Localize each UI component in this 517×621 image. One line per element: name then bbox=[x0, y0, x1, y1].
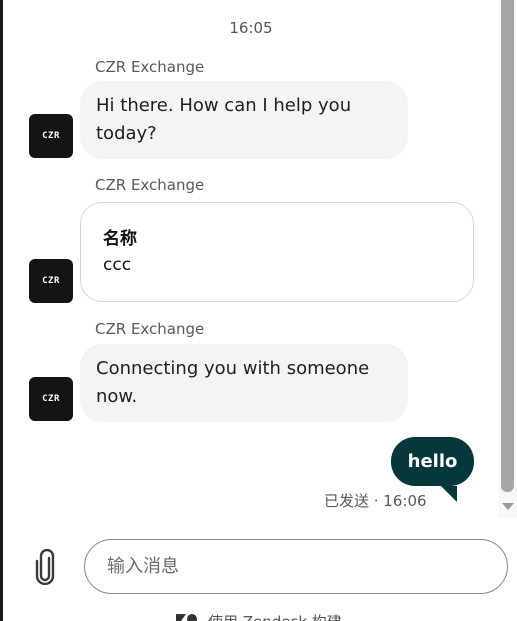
message-input[interactable] bbox=[85, 540, 507, 593]
scroll-down-arrow-icon[interactable] bbox=[502, 503, 514, 510]
sender-name: CZR Exchange bbox=[95, 176, 205, 194]
zendesk-logo-icon bbox=[176, 613, 197, 621]
avatar: CZR bbox=[29, 259, 73, 303]
incoming-message-bubble: Connecting you with someone now. bbox=[80, 344, 408, 422]
outgoing-message-bubble: hello bbox=[391, 437, 474, 486]
message-text: hello bbox=[407, 451, 458, 472]
message-list[interactable]: 16:05 CZR Exchange CZR Hi there. How can… bbox=[3, 0, 499, 518]
incoming-message-bubble: Hi there. How can I help you today? bbox=[80, 81, 408, 159]
message-text: Connecting you with someone now. bbox=[96, 358, 370, 407]
message-composer[interactable] bbox=[84, 539, 508, 594]
info-card: 名称 ccc bbox=[80, 202, 474, 302]
message-text: Hi there. How can I help you today? bbox=[96, 95, 352, 144]
delivery-status: 已发送 · 16:06 bbox=[324, 492, 427, 510]
card-title: 名称 bbox=[103, 229, 137, 249]
sender-name: CZR Exchange bbox=[95, 58, 205, 76]
bubble-tail bbox=[441, 486, 457, 502]
conversation-timestamp: 16:05 bbox=[229, 19, 273, 37]
card-value: ccc bbox=[103, 255, 132, 275]
scrollbar-thumb[interactable] bbox=[501, 0, 514, 492]
sender-name: CZR Exchange bbox=[95, 320, 205, 338]
avatar: CZR bbox=[29, 377, 73, 421]
scrollbar[interactable] bbox=[499, 0, 517, 518]
built-with-footer[interactable]: 使用 Zendesk 构建 bbox=[176, 611, 342, 621]
attach-file-button[interactable] bbox=[30, 548, 60, 586]
footer-text: 使用 Zendesk 构建 bbox=[208, 611, 342, 621]
avatar: CZR bbox=[29, 114, 73, 158]
paperclip-icon bbox=[35, 549, 55, 585]
